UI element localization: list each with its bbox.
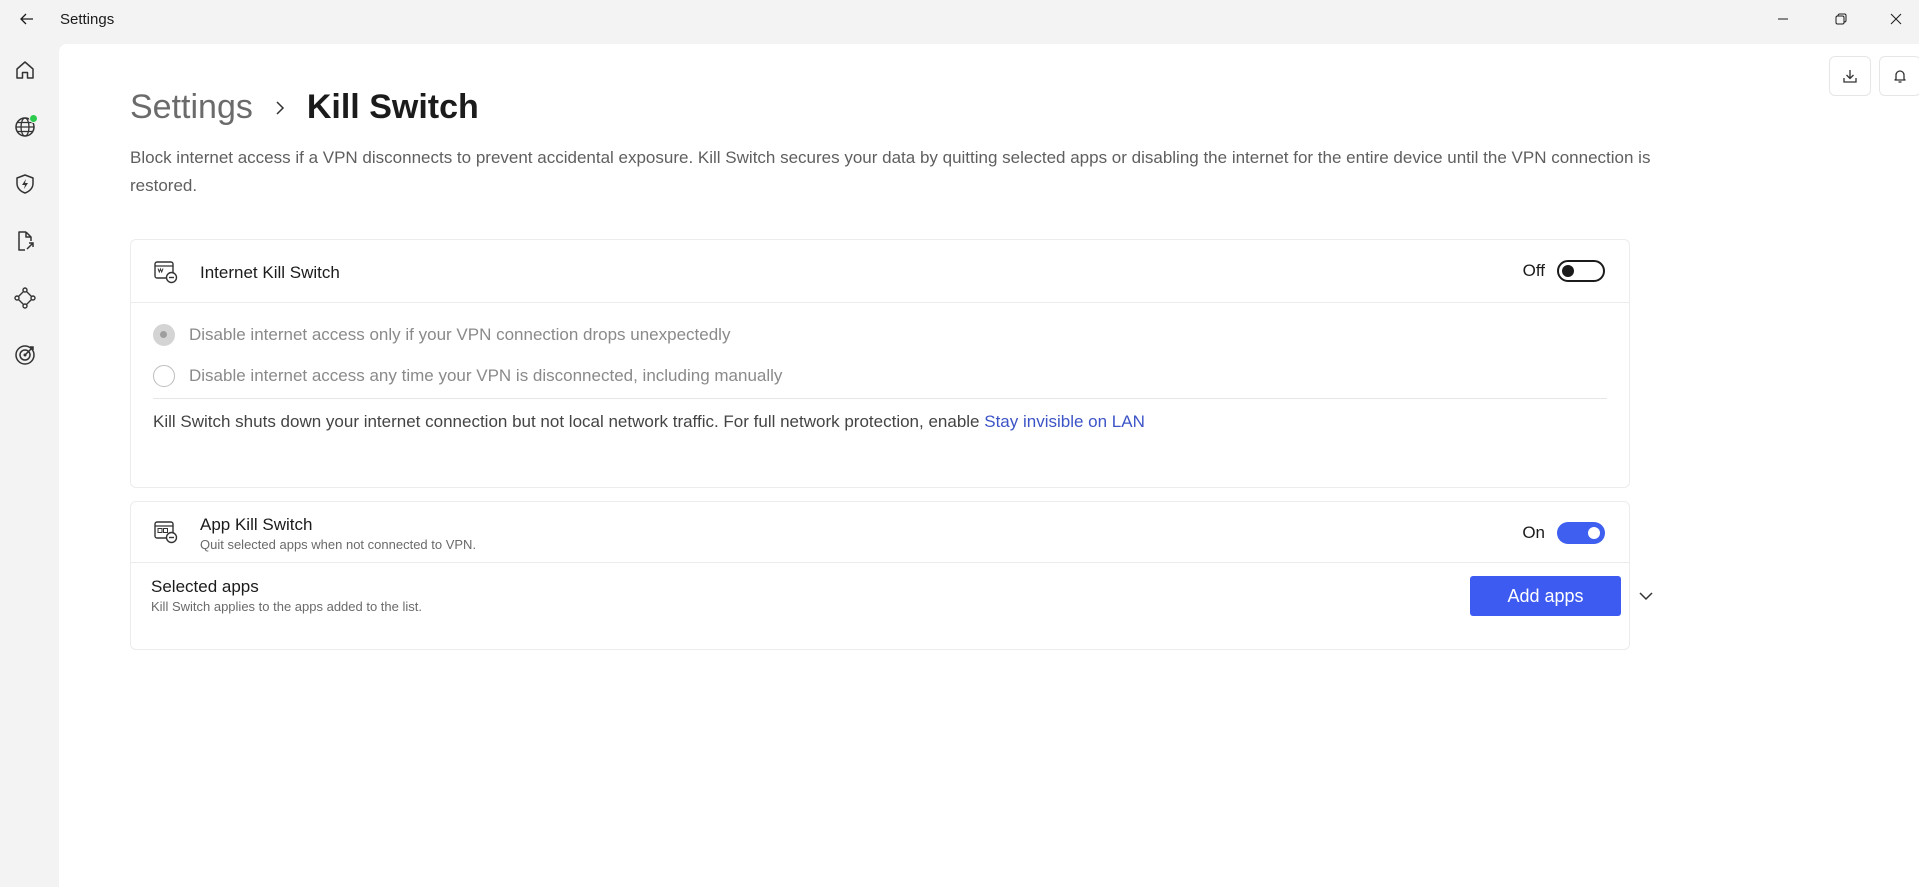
toggle-knob <box>1588 527 1600 539</box>
radio-any-disconnect[interactable] <box>153 365 175 387</box>
browser-block-icon <box>151 257 181 287</box>
connection-status-dot <box>29 114 38 123</box>
window-title: Settings <box>60 11 115 28</box>
title-bar: Settings <box>0 0 1919 38</box>
selected-apps-title: Selected apps <box>151 577 259 596</box>
app-kill-switch-toggle[interactable] <box>1557 522 1605 544</box>
sidebar-item-threat-protection[interactable] <box>8 167 42 201</box>
chevron-right-icon <box>275 100 285 115</box>
app-block-icon <box>151 517 181 547</box>
lan-note: Kill Switch shuts down your internet con… <box>153 412 1145 432</box>
arrow-left-icon <box>20 13 33 25</box>
chevron-down-icon <box>1639 592 1653 601</box>
lan-note-text: Kill Switch shuts down your internet con… <box>153 412 985 431</box>
file-share-icon <box>18 231 34 251</box>
breadcrumb: Settings Kill Switch <box>130 88 479 127</box>
close-icon <box>1890 13 1902 25</box>
sidebar-item-meshnet[interactable] <box>8 281 42 315</box>
minimize-button[interactable] <box>1760 4 1806 34</box>
breadcrumb-settings-link[interactable]: Settings <box>130 88 253 127</box>
internet-kill-switch-row: Internet Kill Switch Off <box>131 240 1629 303</box>
add-apps-button[interactable]: Add apps <box>1470 576 1621 616</box>
option-label: Disable internet access only if your VPN… <box>189 325 731 344</box>
option-label: Disable internet access any time your VP… <box>189 366 783 385</box>
expand-apps-button[interactable] <box>1630 583 1662 609</box>
restore-icon <box>1835 13 1847 25</box>
sidebar-item-target[interactable] <box>8 338 42 372</box>
internet-kill-switch-state: Off <box>1522 261 1545 280</box>
toggle-knob <box>1562 265 1574 277</box>
internet-kill-switch-title: Internet Kill Switch <box>200 263 340 282</box>
bell-icon <box>1894 70 1906 83</box>
divider <box>153 398 1607 399</box>
mesh-network-icon <box>14 287 36 309</box>
app-kill-switch-state: On <box>1522 523 1545 542</box>
app-kill-switch-subtitle: Quit selected apps when not connected to… <box>200 537 477 552</box>
notifications-button[interactable] <box>1879 56 1919 96</box>
back-button[interactable] <box>14 6 40 32</box>
stay-invisible-on-lan-link[interactable]: Stay invisible on LAN <box>984 412 1145 431</box>
app-kill-switch-card: App Kill Switch Quit selected apps when … <box>130 501 1653 650</box>
selected-apps-subtitle: Kill Switch applies to the apps added to… <box>151 599 422 614</box>
option-any-disconnect[interactable]: Disable internet access any time your VP… <box>153 365 782 387</box>
internet-kill-switch-toggle-group: Off <box>1523 260 1605 282</box>
sidebar-item-globe[interactable] <box>8 110 42 144</box>
internet-kill-switch-toggle[interactable] <box>1557 260 1605 282</box>
app-kill-switch-title: App Kill Switch <box>200 515 313 534</box>
internet-kill-switch-card: Internet Kill Switch Off Disable interne… <box>130 239 1630 488</box>
shield-bolt-icon <box>16 174 34 194</box>
option-drop-unexpectedly[interactable]: Disable internet access only if your VPN… <box>153 324 730 346</box>
radio-drop-unexpectedly[interactable] <box>153 324 175 346</box>
minimize-icon <box>1778 18 1788 20</box>
page-description: Block internet access if a VPN disconnec… <box>130 148 1651 195</box>
sidebar-item-file-share[interactable] <box>8 224 42 258</box>
sidebar-item-home[interactable] <box>8 53 42 87</box>
target-icon <box>15 345 35 365</box>
restore-button[interactable] <box>1818 4 1864 34</box>
home-icon <box>16 61 34 79</box>
download-icon <box>1843 70 1857 83</box>
main-panel: Settings Kill Switch Block internet acce… <box>59 44 1919 887</box>
page-title: Kill Switch <box>306 88 479 126</box>
close-button[interactable] <box>1873 4 1919 34</box>
app-kill-switch-toggle-group: On <box>1522 522 1605 544</box>
download-button[interactable] <box>1829 56 1871 96</box>
app-kill-switch-row: App Kill Switch Quit selected apps when … <box>131 502 1629 563</box>
